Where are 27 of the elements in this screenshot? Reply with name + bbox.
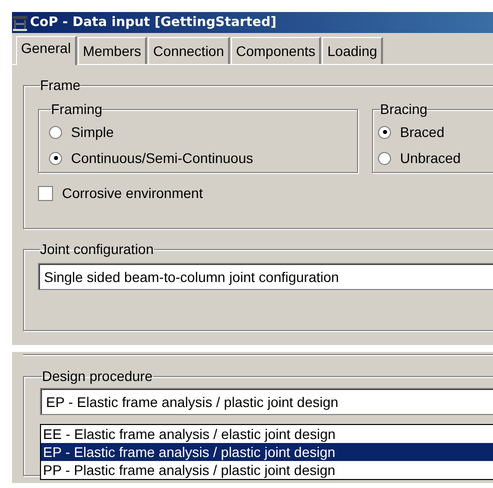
dropdown-option[interactable]: EP - Elastic frame analysis / plastic joint design xyxy=(41,443,493,461)
radio-button[interactable] xyxy=(49,152,62,164)
group-title: Bracing xyxy=(380,101,428,117)
radio-button[interactable] xyxy=(378,152,391,164)
group-title: Framing xyxy=(51,101,102,117)
checkbox-label: Corrosive environment xyxy=(62,185,203,201)
frame-icon xyxy=(12,14,28,30)
dropdown-option[interactable]: PP - Plastic frame analysis / plastic joint design xyxy=(41,461,493,479)
checkbox[interactable] xyxy=(38,186,53,200)
tab[interactable]: Connection xyxy=(148,37,230,64)
tab[interactable]: Members xyxy=(78,37,148,64)
group-title: Joint configuration xyxy=(40,241,154,257)
group-title: Design procedure xyxy=(42,368,153,384)
radio-label: Continuous/Semi-Continuous xyxy=(71,150,254,166)
radio-label: Braced xyxy=(400,124,444,140)
group-title: Frame xyxy=(40,77,80,93)
radio-label: Simple xyxy=(71,124,114,140)
dropdown-option[interactable]: EE - Elastic frame analysis / elastic joint design xyxy=(41,425,493,443)
design-procedure-dropdown[interactable]: EP - Elastic frame analysis / plastic joint design xyxy=(40,388,493,415)
joint-configuration-field[interactable]: Single sided beam-to-column joint configuration xyxy=(38,263,493,290)
window-title: CoP - Data input [GettingStarted] xyxy=(30,15,276,30)
tab[interactable]: General xyxy=(16,36,77,65)
radio-button[interactable] xyxy=(49,126,62,138)
tab[interactable]: Components xyxy=(231,37,322,64)
radio-label: Unbraced xyxy=(400,150,461,166)
radio-button[interactable] xyxy=(378,126,391,138)
tab[interactable]: Loading xyxy=(322,37,384,64)
